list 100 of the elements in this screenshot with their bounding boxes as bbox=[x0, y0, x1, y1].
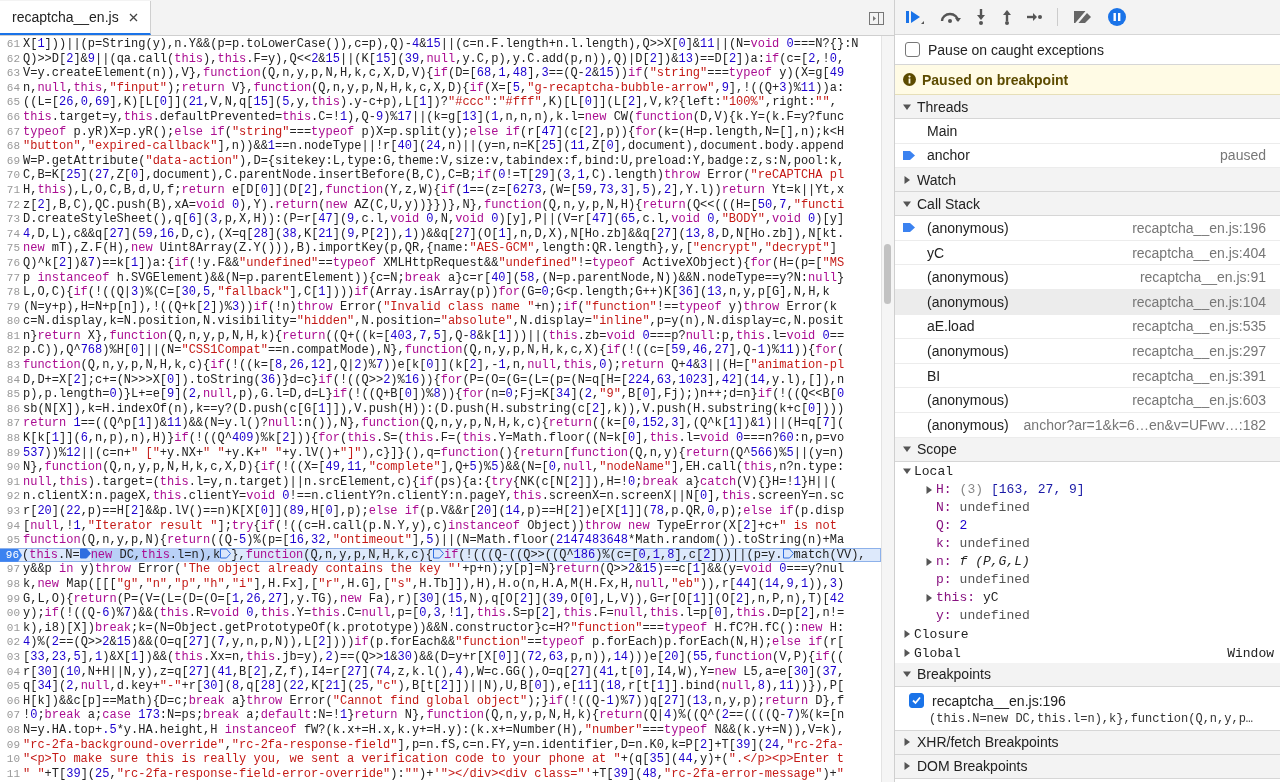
expand-arrow-icon[interactable] bbox=[903, 649, 911, 658]
code-line: c=N.display,k=N.position,N.visibility="hidden",N.position="absolute",N.display="inline",p=y(n),N.display=c,N.posit bbox=[23, 314, 845, 329]
breakpoint-marker-icon[interactable] bbox=[79, 547, 91, 559]
code-line: V=y.createElement(n)),V},function(Q,n,y,p,N,H,k,c,X,D,V){if(D=[68,1,48],3==(Q-2&15))if("string"===typeof y)(X=g[49 bbox=[23, 66, 845, 81]
breakpoint-marker-icon[interactable] bbox=[782, 547, 794, 559]
expand-arrow-icon[interactable] bbox=[903, 630, 911, 639]
step-over-icon[interactable] bbox=[939, 10, 961, 24]
line-number: 63 bbox=[5, 66, 21, 81]
line-number: 61 bbox=[5, 37, 21, 52]
step-out-icon[interactable] bbox=[1001, 9, 1013, 25]
code-line: [null,!1,"Iterator result "];try{if(!((c=H.call(p.N.Y,y),c)instanceof Object))throw new TypeError(X[2]+c+" is not bbox=[23, 518, 837, 534]
variable-value: undefined bbox=[959, 608, 1030, 624]
code-line: N},function(Q,n,y,p,N,H,k,c,X,D){if(!((X=[49,11,"complete"],Q+5)%5)&&(N=[0,null,"nodeName"],EH.call(this,n?n.type: bbox=[23, 460, 845, 475]
scope-variable[interactable]: Q: 2 bbox=[895, 516, 1280, 535]
breakpoint-snippet: (this.N=new DC,this.l=n),k},function(Q,n,y,p… bbox=[929, 711, 1255, 726]
variable-name: Q: bbox=[936, 518, 952, 534]
call-stack-frame[interactable]: (anonymous) recaptcha__en.js:104 bbox=[895, 289, 1280, 315]
collapse-arrow-icon[interactable] bbox=[903, 670, 911, 679]
scope-variable[interactable]: H: (3) [163, 27, 9] bbox=[895, 480, 1280, 499]
code-line: H,this),L,O,C,B,d,U,f;return e[D[0]](D[2],function(Y,z,W){if(1==(z=[6273,(W=[59,73,3],5),2],Y.l))return Yt=k||Yt,x bbox=[23, 182, 845, 198]
section-header[interactable]: Breakpoints bbox=[895, 662, 1280, 687]
code-line: K[k[1]](6,n,p),n),H)}if(!((Q^409)%k[2])){for(this.S=(this.F=(this.Y=Math.floor((N=k[0],this.l=void 0===n?60:n,p=vo bbox=[23, 431, 845, 446]
deactivate-breakpoints-icon[interactable] bbox=[1072, 9, 1094, 25]
frame-name: (anonymous) bbox=[927, 269, 1009, 286]
code-line: n,null,this,"finput");return V},function(Q,n,y,p,N,H,k,c,X,D){if(X=[5,"g-recaptcha-bubble-arrow",9],!((Q+3)%11))a: bbox=[23, 80, 845, 96]
collapse-arrow-icon[interactable] bbox=[903, 445, 911, 454]
sidebar-toggle-icon[interactable] bbox=[869, 12, 884, 25]
breakpoint-checkbox[interactable] bbox=[909, 693, 924, 709]
code-line: p instanceof h.SVGElement)&&(N=p.parentElement)){c=N;break a}c=r[40](58,(N=p.parentNode,N))&&N.nodeType==y?N:null} bbox=[23, 270, 845, 286]
resume-icon[interactable] bbox=[905, 9, 925, 25]
checkbox[interactable] bbox=[905, 42, 920, 57]
scope-variable[interactable]: k: undefined bbox=[895, 534, 1280, 553]
code-line: this.target=y,this.defaultPrevented=this.C=!1),Q-9)%17||(k=g[13](1,n,n,n),k.l=new CW(function(D,V){k.Y=(k.F=y?func bbox=[23, 109, 845, 125]
scope-variable[interactable]: N: undefined bbox=[895, 498, 1280, 517]
code-line: [33,23,5],1)&X[1])&&(this.Xx=n,this.jb=y),2)==(Q>>1&30)&&(D=y+r[X[0]](72,63,p,n)),14)))e[20](55,function(V,P){if(( bbox=[23, 649, 845, 665]
line-number: 08 bbox=[5, 722, 21, 738]
line-number: 75 bbox=[5, 241, 21, 256]
line-number: 82 bbox=[5, 343, 21, 359]
scope-variable[interactable]: p: undefined bbox=[895, 570, 1280, 589]
code-line: q[34](2,null,d.key+"-"+r[30](8,q[28](22,K[21](25,"c"),B[t[2]])||N),U,B[0]),e[11](18,r[t[1]].bind(null,8),11))}),P[ bbox=[23, 679, 845, 694]
scope-group-name: Closure bbox=[914, 626, 969, 642]
scope-group[interactable]: Local bbox=[895, 461, 1280, 481]
code-line: function(Q,n,y,p,N,H,k,c){if(!((k=[8,26,12],Q|2)%7))e[k[0]](k[2],-1,n,null,this,0);return Q+4&3||(H=["animation-pl bbox=[23, 358, 845, 373]
scrollbar-thumb[interactable] bbox=[884, 244, 891, 304]
line-number: 04 bbox=[5, 664, 21, 680]
section-header[interactable]: Threads bbox=[895, 95, 1280, 119]
line-number: 84 bbox=[5, 372, 21, 388]
code-line: function(Q,n,y,p,N){return((Q-5)%(p=[16,32,"ontimeout"],5)||(N=Math.floor(2147483648*Math.random()).toString(n)+Ma bbox=[23, 533, 845, 548]
collapse-arrow-icon[interactable] bbox=[903, 467, 911, 476]
variable-value: undefined bbox=[959, 500, 1030, 516]
code-line: k,new Map([[["g","n","p","h","i"],H.Fx],["r",H.G],["s",H.Tb]]),H),H.o(n,H.A,M(H.Fx,H,null,"eb")),r[44](14,9,1)),3) bbox=[23, 576, 845, 592]
check-icon bbox=[912, 696, 921, 706]
variable-value: undefined bbox=[959, 536, 1030, 552]
line-number: 89 bbox=[5, 445, 21, 461]
code-line: n}return X},function(Q,n,y,p,N,H,k){return((Q+((k=[403,7,5],Q-8&k[1]))||(this.zb=void 0===p?null:p,this.l=void 0== bbox=[23, 328, 845, 344]
section-header[interactable]: Call Stack bbox=[895, 192, 1280, 217]
line-number: 65 bbox=[5, 95, 21, 110]
line-number: 68 bbox=[5, 139, 21, 154]
section-header[interactable]: XHR/fetch Breakpoints bbox=[895, 730, 1280, 755]
code-line: X[1]))||(p=String(y),n.Y&&(p=p.toLowerCase()),c=p),Q)-4&15||(c=n.F.length+n.l.length),Q>>X[0]&11||(N=void 0===N?{}:N bbox=[23, 37, 859, 52]
line-number: 05 bbox=[5, 679, 21, 694]
section-header[interactable]: DOM Breakpoints bbox=[895, 754, 1280, 779]
frame-name: (anonymous) bbox=[927, 220, 1009, 236]
scope-variable[interactable]: this: yC bbox=[895, 588, 1280, 607]
banner-text: Paused on breakpoint bbox=[922, 71, 1069, 88]
breakpoint-line-number[interactable]: 96 bbox=[0, 548, 22, 562]
line-number: 62 bbox=[5, 51, 21, 67]
scope-group[interactable]: Global Window bbox=[895, 643, 1280, 663]
code-line: "rc-2fa-background-override","rc-2fa-response-field"],p=n.fS,c=n.FY,y=n.identifier,D=n.K0,k=P[2]+T[39](24,"rc-2fa- bbox=[23, 737, 845, 753]
line-number: 06 bbox=[5, 693, 21, 709]
code-line: W=P.getAttribute("data-action"),D={sitekey:L,type:G,theme:V,size:v,tabindex:f,bind:U,preload:Y,badge:z,s:N,pool:k, bbox=[23, 153, 845, 169]
breakpoint-marker-icon[interactable] bbox=[432, 547, 444, 559]
breakpoint-marker-icon[interactable] bbox=[220, 547, 232, 559]
close-icon[interactable] bbox=[128, 12, 138, 22]
expand-arrow-icon[interactable] bbox=[925, 593, 933, 602]
frame-name: (anonymous) bbox=[927, 293, 1009, 310]
line-number: 94 bbox=[5, 518, 21, 534]
code-line: D.createStyleSheet(),q[6](3,p,X,H)):(P=r[47](9,c.l,void 0,N,void 0)[y],P||(V=r[47](65,c.l,void 0,"BODY",void 0)[y] bbox=[23, 212, 845, 227]
collapse-arrow-icon[interactable] bbox=[903, 102, 911, 111]
expand-arrow-icon[interactable] bbox=[925, 557, 933, 566]
breakpoint-location[interactable]: recaptcha__en.js:196 bbox=[932, 692, 1066, 709]
line-number: 07 bbox=[5, 708, 21, 723]
expand-arrow-icon[interactable] bbox=[903, 762, 911, 771]
pause-on-exceptions-icon[interactable] bbox=[1108, 8, 1126, 26]
collapse-arrow-icon[interactable] bbox=[903, 199, 911, 208]
step-into-icon[interactable] bbox=[975, 9, 987, 25]
scope-group[interactable]: Closure bbox=[895, 624, 1280, 644]
step-icon[interactable] bbox=[1027, 12, 1043, 22]
file-tab[interactable]: recaptcha__en.js bbox=[0, 1, 151, 35]
section-header[interactable]: Scope bbox=[895, 437, 1280, 462]
code-line: typeof p.yR)X=p.yR();else if("string"===typeof p)X=p.split(y);else if(r[47](c[2],p)){for(k=(H=p.length,N=[],n);k<H bbox=[23, 124, 845, 140]
line-number: 85 bbox=[5, 387, 21, 402]
code-line: p.C)),Q^768)%H[0]||(N="CSS1Compat"==n.compatMode),N},function(Q,n,y,p,N,H,k,c,X){if(!((c=[59,46,27],Q-1)%11)){for( bbox=[23, 343, 845, 359]
line-number: 88 bbox=[5, 431, 21, 446]
expand-arrow-icon[interactable] bbox=[925, 485, 933, 494]
scope-variable[interactable]: y: undefined bbox=[895, 606, 1280, 625]
expand-arrow-icon[interactable] bbox=[903, 175, 911, 184]
section-header[interactable]: Watch bbox=[895, 168, 1280, 193]
scope-variable[interactable]: n: f (P,G,L) bbox=[895, 552, 1280, 571]
expand-arrow-icon[interactable] bbox=[903, 738, 911, 747]
